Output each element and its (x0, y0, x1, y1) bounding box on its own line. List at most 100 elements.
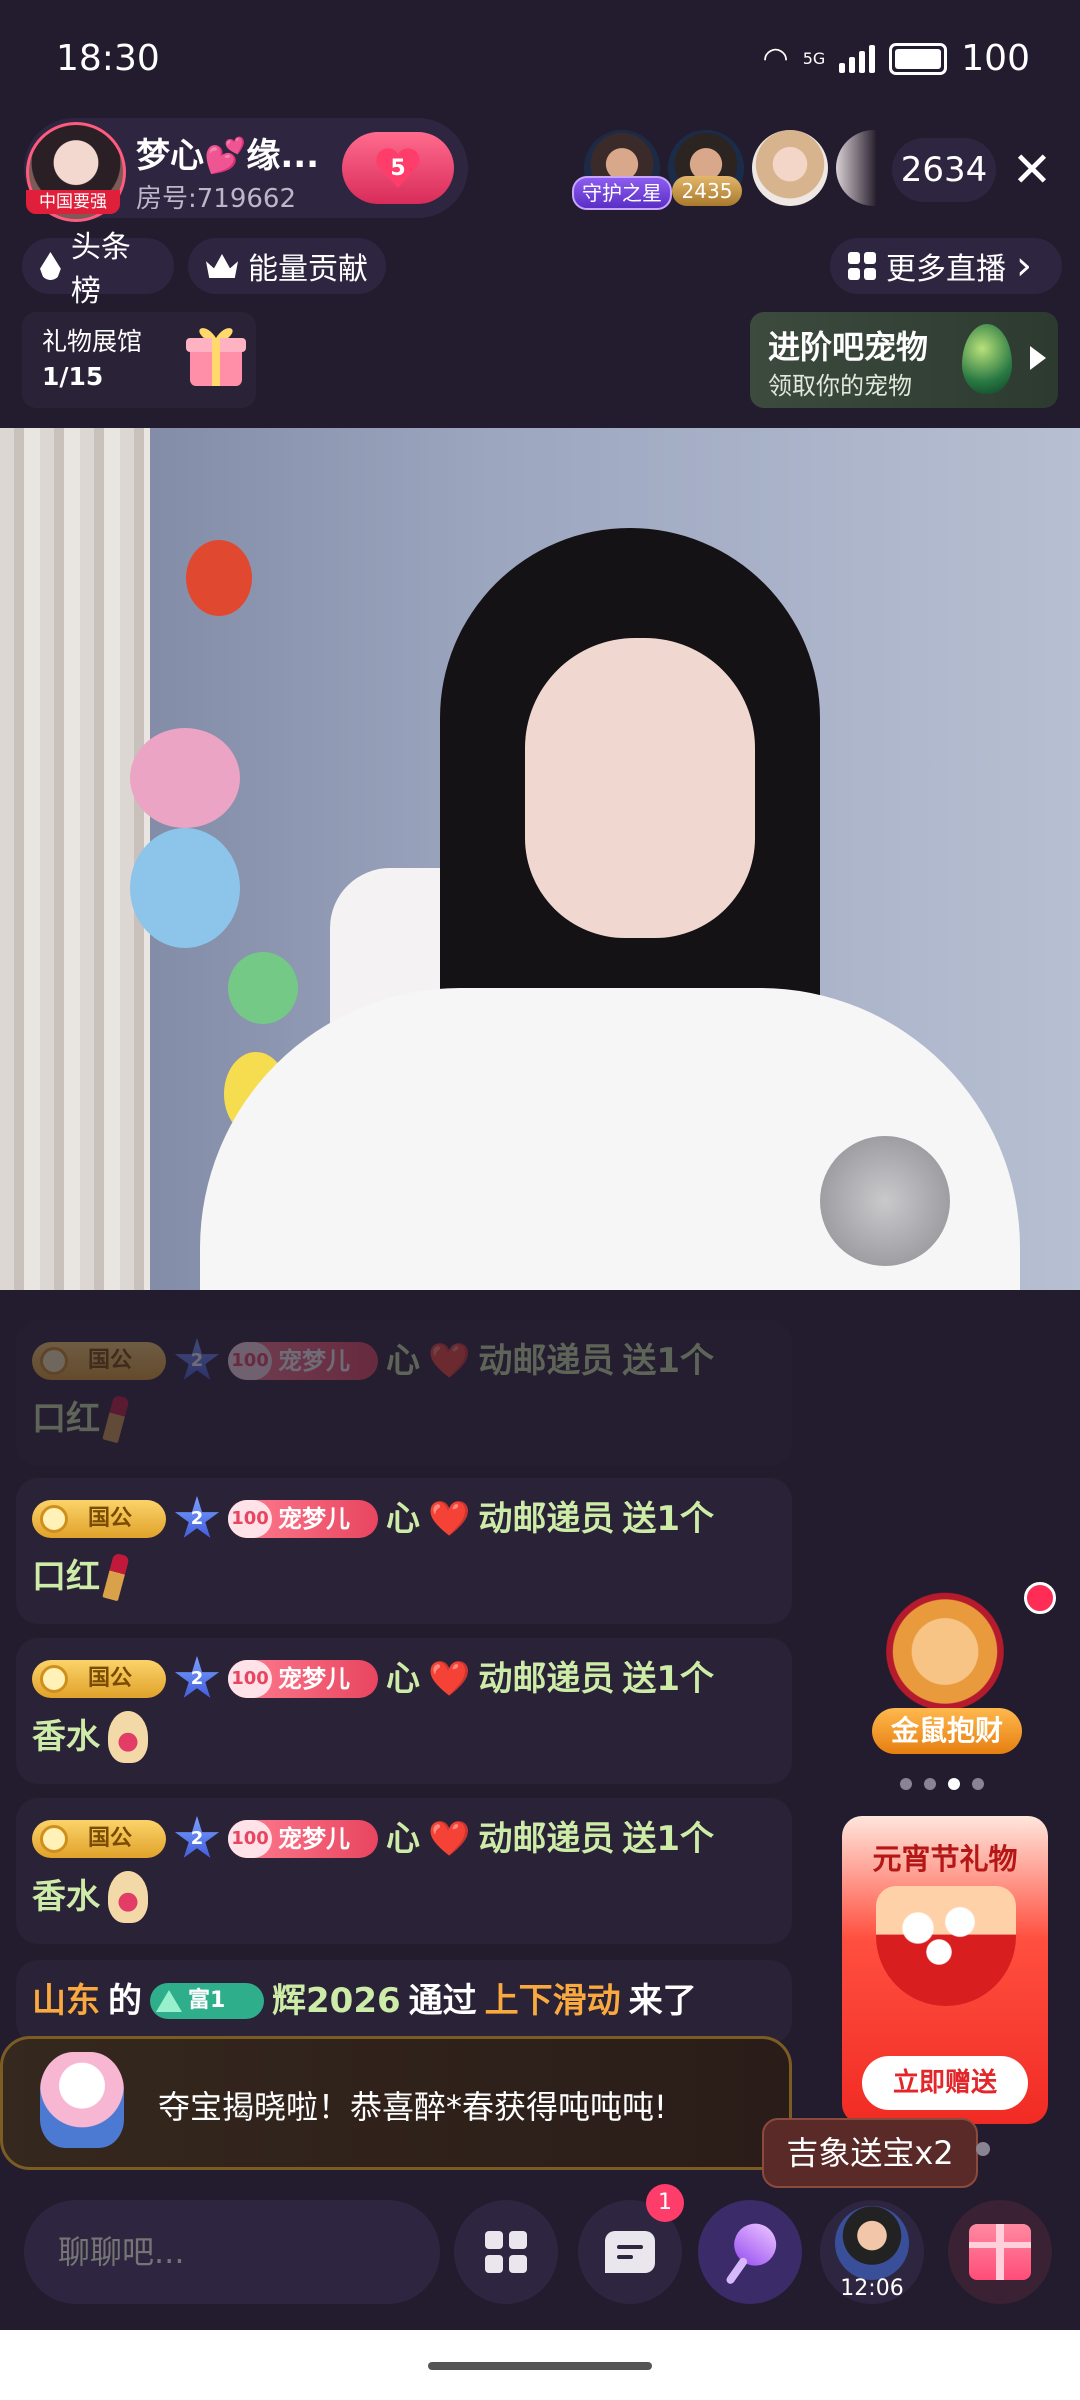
microphone-image (820, 1136, 950, 1266)
network-type: 5G (802, 49, 826, 68)
triangle-icon (156, 1990, 182, 2012)
live-video[interactable] (0, 428, 1080, 1290)
noble-badge-label: 国公 (88, 1826, 133, 1851)
mic-button[interactable] (698, 2200, 802, 2304)
chat-message[interactable]: 国公 2 100 宠梦儿 心 ❤️ 动邮递员 送1个 口红 (16, 1478, 792, 1624)
heart-icon: ❤️ (428, 1819, 471, 1859)
streamer-face (525, 638, 755, 938)
fan-level: 100 (228, 1820, 272, 1858)
wifi-icon: ◠ (762, 41, 789, 76)
gift-action: 送1个 (622, 1499, 715, 1539)
golden-rat-icon[interactable] (884, 1580, 1006, 1710)
toplist-label: 头条榜 (70, 230, 131, 309)
fan-club-badge: 100 宠梦儿 (228, 1342, 378, 1380)
entry-via: 通过 (408, 1981, 477, 2021)
fan-club-name: 宠梦儿 (278, 1665, 350, 1693)
gift-icon (969, 2224, 1031, 2280)
pet-banner-subtitle: 领取你的宠物 (768, 372, 912, 400)
gift-button[interactable] (948, 2200, 1052, 2304)
status-indicators: ◠ 5G 100 (763, 38, 1030, 79)
gift-hall-title: 礼物展馆 (42, 327, 143, 356)
carousel-dot (976, 2142, 990, 2156)
viewer-avatar[interactable] (836, 130, 876, 206)
gift-box-icon (186, 328, 246, 386)
fan-level: 100 (228, 1342, 272, 1380)
fan-club-badge: 100 宠梦儿 (228, 1660, 378, 1698)
fan-club-badge: 100 宠梦儿 (228, 1820, 378, 1858)
more-live-label: 更多直播 (886, 252, 1006, 287)
lucky-elephant-tag[interactable]: 吉象送宝x2 (762, 2118, 978, 2188)
chat-message[interactable]: 国公 2 100 宠梦儿 心 ❤️ 动邮递员 送1个 香水 (16, 1638, 792, 1784)
follow-level-heart-icon: 5 (375, 148, 421, 188)
noble-badge: 国公 (32, 1820, 166, 1858)
balloon-image (130, 828, 240, 948)
chat-message[interactable]: 国公 2 100 宠梦儿 心 ❤️ 动邮递员 送1个 香水 (16, 1798, 792, 1944)
microphone-icon (721, 2219, 780, 2285)
status-time: 18:30 (56, 38, 160, 79)
chat-input[interactable] (24, 2200, 440, 2304)
video-curtain (0, 428, 150, 1290)
entry-came: 来了 (628, 1981, 697, 2021)
message-count-badge: 1 (646, 2184, 684, 2222)
star-level-badge: 2 (174, 1338, 220, 1380)
fan-club-name: 宠梦儿 (278, 1825, 350, 1853)
host-name: 梦心💕缘... (136, 136, 320, 176)
gift-item: 口红 (32, 1557, 100, 1597)
sender-name-pre: 心 (386, 1341, 420, 1381)
viewer-avatar[interactable] (752, 130, 828, 206)
noble-badge: 国公 (32, 1660, 166, 1698)
gift-action: 送1个 (622, 1659, 715, 1699)
noble-badge-label: 国公 (88, 1666, 133, 1691)
notification-dot (1024, 1582, 1056, 1614)
lipstick-icon (102, 1394, 130, 1444)
apps-grid-icon (485, 2231, 527, 2273)
fan-club-badge: 100 宠梦儿 (228, 1500, 378, 1538)
flame-icon (40, 252, 61, 280)
wealth-badge: 富1 (150, 1983, 264, 2019)
lipstick-icon (102, 1552, 130, 1602)
gift-item: 香水 (32, 1717, 100, 1757)
toplist-button[interactable]: 头条榜 (22, 230, 174, 309)
guard-star-tag: 守护之星 (572, 176, 672, 210)
follow-button[interactable]: 5 (342, 132, 454, 204)
energy-label: 能量贡献 (248, 252, 368, 287)
play-arrow-icon (1030, 346, 1046, 370)
star-level-badge: 2 (174, 1656, 220, 1698)
coin-icon (40, 1825, 68, 1853)
perfume-icon (108, 1711, 148, 1763)
noble-badge: 国公 (32, 1500, 166, 1538)
gift-action: 送1个 (622, 1341, 715, 1381)
viewer-count[interactable]: 2634 (892, 138, 996, 202)
apps-button[interactable] (454, 2200, 558, 2304)
heart-icon: ❤️ (428, 1341, 471, 1381)
star-level-badge: 2 (174, 1816, 220, 1858)
wealth-badge-label: 富1 (188, 1988, 226, 2013)
guard-avatar (835, 2206, 909, 2280)
noble-badge-label: 国公 (88, 1506, 133, 1531)
chat-message[interactable]: 国公 2 100 宠梦儿 心 ❤️ 动邮递员 送1个 口红 (16, 1320, 792, 1466)
noble-badge-label: 国公 (88, 1348, 133, 1373)
sender-name-pre: 心 (386, 1659, 420, 1699)
sender-name-post: 动邮递员 (478, 1499, 615, 1539)
treasure-text: 夺宝揭晓啦！恭喜醉*春获得吨吨吨! (158, 2088, 667, 2126)
fan-level: 100 (228, 1660, 272, 1698)
guard-timer: 12:06 (840, 2276, 904, 2301)
golden-rat-label[interactable]: 金鼠抱财 (872, 1708, 1022, 1754)
balloon-image (186, 540, 252, 616)
noble-badge: 国公 (32, 1342, 166, 1380)
perfume-icon (108, 1871, 148, 1923)
close-button[interactable]: ✕ (1010, 140, 1054, 200)
more-live-button[interactable]: 更多直播 › (830, 238, 1062, 294)
energy-contribution-button[interactable]: 能量贡献 (188, 238, 386, 294)
host-avatar-tag: 中国要强 (26, 190, 120, 214)
chat-bubble-icon (605, 2231, 655, 2273)
coin-icon (40, 1505, 68, 1533)
entry-method: 上下滑动 (484, 1981, 621, 2021)
user-entry-message[interactable]: 山东 的 富1 辉2026 通过 上下滑动 来了 (16, 1960, 792, 2044)
send-now-button[interactable]: 立即赠送 (862, 2056, 1028, 2110)
fan-club-name: 宠梦儿 (278, 1505, 350, 1533)
home-indicator[interactable] (428, 2362, 652, 2370)
entry-region: 山东 (32, 1981, 100, 2021)
gift-action: 送1个 (622, 1819, 715, 1859)
heart-icon: ❤️ (428, 1499, 471, 1539)
